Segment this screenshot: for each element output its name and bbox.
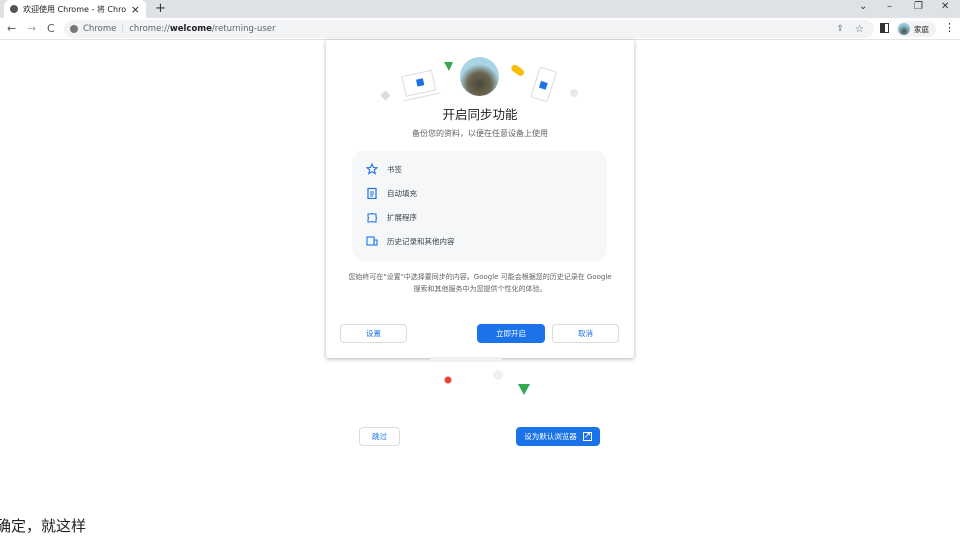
tab-close-icon[interactable]: × (131, 3, 140, 16)
green-triangle (518, 384, 530, 395)
url-text: chrome://welcome/returning-user (129, 24, 275, 34)
cancel-button[interactable]: 取消 (552, 324, 619, 343)
laptop-icon (401, 69, 441, 102)
profile-avatar (460, 57, 499, 96)
tab-search-icon[interactable]: ⌄ (859, 1, 867, 12)
enable-sync-button[interactable]: 立即开启 (477, 324, 545, 343)
profile-button[interactable]: 家庭 (896, 21, 936, 37)
item-label: 书签 (387, 164, 402, 174)
reload-button[interactable]: C (47, 22, 55, 35)
item-label: 历史记录和其他内容 (387, 236, 455, 246)
list-item: 历史记录和其他内容 (366, 235, 455, 247)
devices-icon (366, 236, 378, 246)
bookmark-star-icon[interactable]: ☆ (855, 24, 864, 35)
url-path: /returning-user (211, 24, 276, 34)
external-link-icon: ↗ (582, 431, 592, 441)
diamond-shape (380, 90, 391, 101)
share-icon[interactable]: ⇪ (836, 24, 844, 34)
clipboard-icon (367, 187, 377, 199)
new-tab-button[interactable]: + (155, 1, 166, 16)
sync-items-list: 书签 自动填充 扩展程序 历史记录和其他内容 (352, 151, 607, 261)
pill-shape (511, 64, 525, 76)
url-prefix: chrome:// (129, 24, 170, 34)
divider: | (121, 24, 125, 34)
address-bar[interactable]: Chrome | chrome://welcome/returning-user… (64, 20, 874, 38)
minimize-button[interactable]: – (887, 1, 892, 12)
set-default-browser-button[interactable]: 设为默认浏览器 ↗ (516, 427, 600, 446)
dialog-subtitle: 备份您的资料，以便在任意设备上使用 (412, 129, 548, 138)
list-item: 扩展程序 (366, 211, 417, 223)
star-icon (366, 163, 378, 175)
url-host: welcome (169, 24, 212, 34)
triangle-shape (444, 62, 453, 71)
site-chip: Chrome (83, 24, 117, 34)
puzzle-icon (367, 212, 378, 223)
grey-dot (493, 370, 503, 380)
card-edge (430, 357, 502, 362)
side-panel-icon[interactable] (880, 23, 889, 33)
sync-dialog: 开启同步功能 备份您的资料，以便在任意设备上使用 书签 自动填充 扩展程序 历史… (326, 40, 634, 358)
dialog-title: 开启同步功能 (442, 107, 518, 122)
item-label: 自动填充 (387, 188, 417, 198)
sync-note: 您始终可在"设置"中选择要同步的内容。Google 可能会根据您的历史记录在 G… (348, 273, 612, 293)
skip-button[interactable]: 跳过 (359, 427, 400, 446)
set-default-label: 设为默认浏览器 (524, 432, 577, 441)
tab-strip: 欢迎使用 Chrome - 将 Chrome × + ⌄ – ❐ ✕ (0, 0, 960, 18)
back-button[interactable]: ← (7, 22, 16, 35)
restore-button[interactable]: ❐ (914, 1, 923, 12)
avatar (898, 23, 910, 35)
list-item: 自动填充 (366, 187, 417, 199)
toolbar: ← → C Chrome | chrome://welcome/returnin… (0, 18, 960, 40)
profile-name: 家庭 (914, 24, 929, 34)
close-window-button[interactable]: ✕ (941, 1, 949, 12)
forward-button[interactable]: → (27, 22, 36, 35)
tab-title: 欢迎使用 Chrome - 将 Chrome (23, 4, 126, 14)
menu-icon[interactable]: ⋮ (944, 21, 955, 34)
list-item: 书签 (366, 163, 402, 175)
chrome-site-icon (70, 25, 78, 33)
tab-welcome[interactable]: 欢迎使用 Chrome - 将 Chrome × (4, 0, 146, 18)
item-label: 扩展程序 (387, 212, 417, 222)
circle-shape (570, 89, 578, 97)
red-dot (444, 376, 452, 384)
settings-button[interactable]: 设置 (340, 324, 407, 343)
chrome-icon (10, 5, 18, 13)
footer-text: 确定，就这样 (0, 517, 87, 535)
phone-icon (530, 67, 557, 102)
